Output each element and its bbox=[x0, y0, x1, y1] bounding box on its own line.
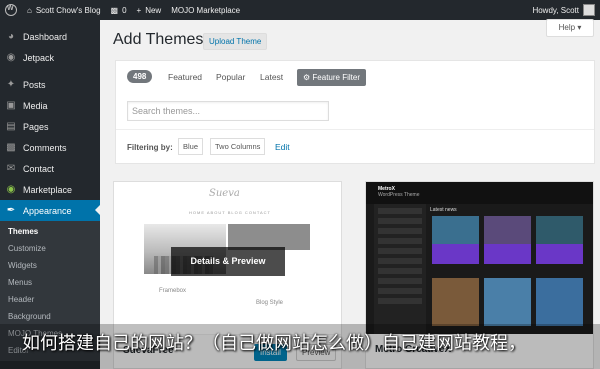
greeting: Howdy, Scott bbox=[532, 5, 579, 15]
jetpack-icon: ◉ bbox=[6, 52, 16, 63]
tab-popular[interactable]: Popular bbox=[216, 72, 245, 82]
details-preview-overlay[interactable]: Details & Preview bbox=[171, 247, 285, 276]
site-name-link[interactable]: ⌂ Scott Chow's Blog bbox=[22, 0, 106, 20]
media-icon: ▣ bbox=[6, 100, 16, 111]
theme-screenshot-tile bbox=[484, 216, 531, 264]
sidebar-item-posts[interactable]: ✦ Posts bbox=[0, 74, 100, 95]
admin-bar: ⌂ Scott Chow's Blog ▩ 0 + New MOJO Marke… bbox=[0, 0, 600, 20]
theme-screenshot-sidebar bbox=[374, 204, 426, 334]
sidebar-item-appearance[interactable]: ✒ Appearance bbox=[0, 200, 100, 221]
sidebar-item-label: Marketplace bbox=[23, 184, 73, 195]
sidebar-item-contact[interactable]: ✉ Contact bbox=[0, 158, 100, 179]
theme-screenshot-tile bbox=[536, 278, 583, 326]
theme-screenshot-header: MetroX WordPress Theme bbox=[366, 182, 593, 204]
sidebar-item-comments[interactable]: ▩ Comments bbox=[0, 137, 100, 158]
theme-screenshot-caption: Framebox bbox=[159, 288, 187, 294]
submenu-item-header[interactable]: Header bbox=[0, 291, 100, 308]
sidebar-item-label: Posts bbox=[23, 79, 46, 90]
marketplace-icon: ◉ bbox=[6, 184, 16, 195]
submenu-item-customize[interactable]: Customize bbox=[0, 240, 100, 257]
plus-icon: + bbox=[136, 5, 142, 15]
sidebar-item-label: Comments bbox=[23, 142, 67, 153]
comment-bubble-icon: ▩ bbox=[110, 5, 119, 15]
theme-screenshot-tile bbox=[432, 216, 479, 264]
mojo-marketplace-label: MOJO Marketplace bbox=[171, 5, 241, 15]
avatar bbox=[583, 4, 595, 16]
submenu-item-menus[interactable]: Menus bbox=[0, 274, 100, 291]
paintbrush-icon: ✒ bbox=[6, 205, 16, 216]
theme-count-badge: 498 bbox=[127, 70, 153, 83]
comment-icon: ▩ bbox=[6, 142, 16, 153]
mail-icon: ✉ bbox=[6, 163, 16, 174]
new-content-menu[interactable]: + New bbox=[132, 0, 167, 20]
feature-filter-button[interactable]: ⚙ Feature Filter bbox=[297, 69, 366, 86]
sidebar-item-label: Media bbox=[23, 100, 48, 111]
caption-text: 如何搭建自己的网站？（自己做网站怎么做）自己建网站教程， bbox=[22, 333, 526, 354]
filter-tag-blue: Blue bbox=[178, 138, 204, 155]
theme-screenshot-tile bbox=[536, 216, 583, 264]
comments-count: 0 bbox=[122, 5, 127, 15]
theme-screenshot-logo: MetroX WordPress Theme bbox=[378, 186, 420, 198]
filtering-label: Filtering by: bbox=[127, 143, 173, 152]
sidebar-item-label: Appearance bbox=[23, 205, 72, 216]
sidebar-item-media[interactable]: ▣ Media bbox=[0, 95, 100, 116]
admin-sidebar: ◕ Dashboard ◉ Jetpack ✦ Posts ▣ Media ▤ … bbox=[0, 20, 100, 369]
feature-filter-label: Feature Filter bbox=[312, 73, 360, 82]
sidebar-item-label: Dashboard bbox=[23, 31, 68, 42]
theme-screenshot-caption: Blog Style bbox=[256, 300, 284, 306]
filter-tag-two-columns: Two Columns bbox=[210, 138, 266, 155]
tab-latest[interactable]: Latest bbox=[260, 72, 283, 82]
submenu-item-themes[interactable]: Themes bbox=[0, 223, 100, 240]
theme-filter-panel: 498 Featured Popular Latest ⚙ Feature Fi… bbox=[115, 60, 595, 164]
theme-screenshot-tile bbox=[484, 278, 531, 326]
mojo-marketplace-link[interactable]: MOJO Marketplace bbox=[166, 0, 245, 20]
sidebar-item-label: Pages bbox=[23, 121, 49, 132]
page-title: Add Themes bbox=[113, 31, 204, 48]
pages-icon: ▤ bbox=[6, 121, 16, 132]
sidebar-item-pages[interactable]: ▤ Pages bbox=[0, 116, 100, 137]
edit-filters-link[interactable]: Edit bbox=[275, 142, 290, 152]
tab-featured[interactable]: Featured bbox=[168, 72, 202, 82]
theme-screenshot-heading: Latest news bbox=[430, 207, 457, 213]
home-icon: ⌂ bbox=[27, 5, 32, 15]
sidebar-item-dashboard[interactable]: ◕ Dashboard bbox=[0, 26, 100, 47]
submenu-item-widgets[interactable]: Widgets bbox=[0, 257, 100, 274]
upload-theme-button[interactable]: Upload Theme bbox=[203, 33, 268, 50]
my-account-menu[interactable]: Howdy, Scott bbox=[527, 0, 600, 20]
sidebar-item-label: Jetpack bbox=[23, 52, 55, 63]
theme-screenshot-tile bbox=[432, 278, 479, 326]
new-label: New bbox=[145, 5, 162, 15]
help-button[interactable]: Help ▾ bbox=[546, 19, 594, 37]
theme-screenshot-nav: HOME ABOUT BLOG CONTACT bbox=[189, 210, 271, 215]
sidebar-item-jetpack[interactable]: ◉ Jetpack bbox=[0, 47, 100, 68]
submenu-item-background[interactable]: Background bbox=[0, 308, 100, 325]
wordpress-icon bbox=[5, 4, 17, 16]
gear-icon: ⚙ bbox=[303, 73, 311, 82]
site-name: Scott Chow's Blog bbox=[35, 5, 101, 15]
filtering-row: Filtering by: Blue Two Columns Edit bbox=[116, 129, 594, 164]
comments-link[interactable]: ▩ 0 bbox=[106, 0, 132, 20]
search-input[interactable]: Search themes... bbox=[127, 101, 329, 121]
sidebar-item-label: Contact bbox=[23, 163, 55, 174]
dashboard-icon: ◕ bbox=[7, 31, 15, 42]
wp-logo-menu[interactable] bbox=[0, 0, 22, 20]
pin-icon: ✦ bbox=[6, 79, 16, 90]
sidebar-item-marketplace[interactable]: ◉ Marketplace bbox=[0, 179, 100, 200]
theme-screenshot-logo: Sueva bbox=[209, 188, 240, 199]
